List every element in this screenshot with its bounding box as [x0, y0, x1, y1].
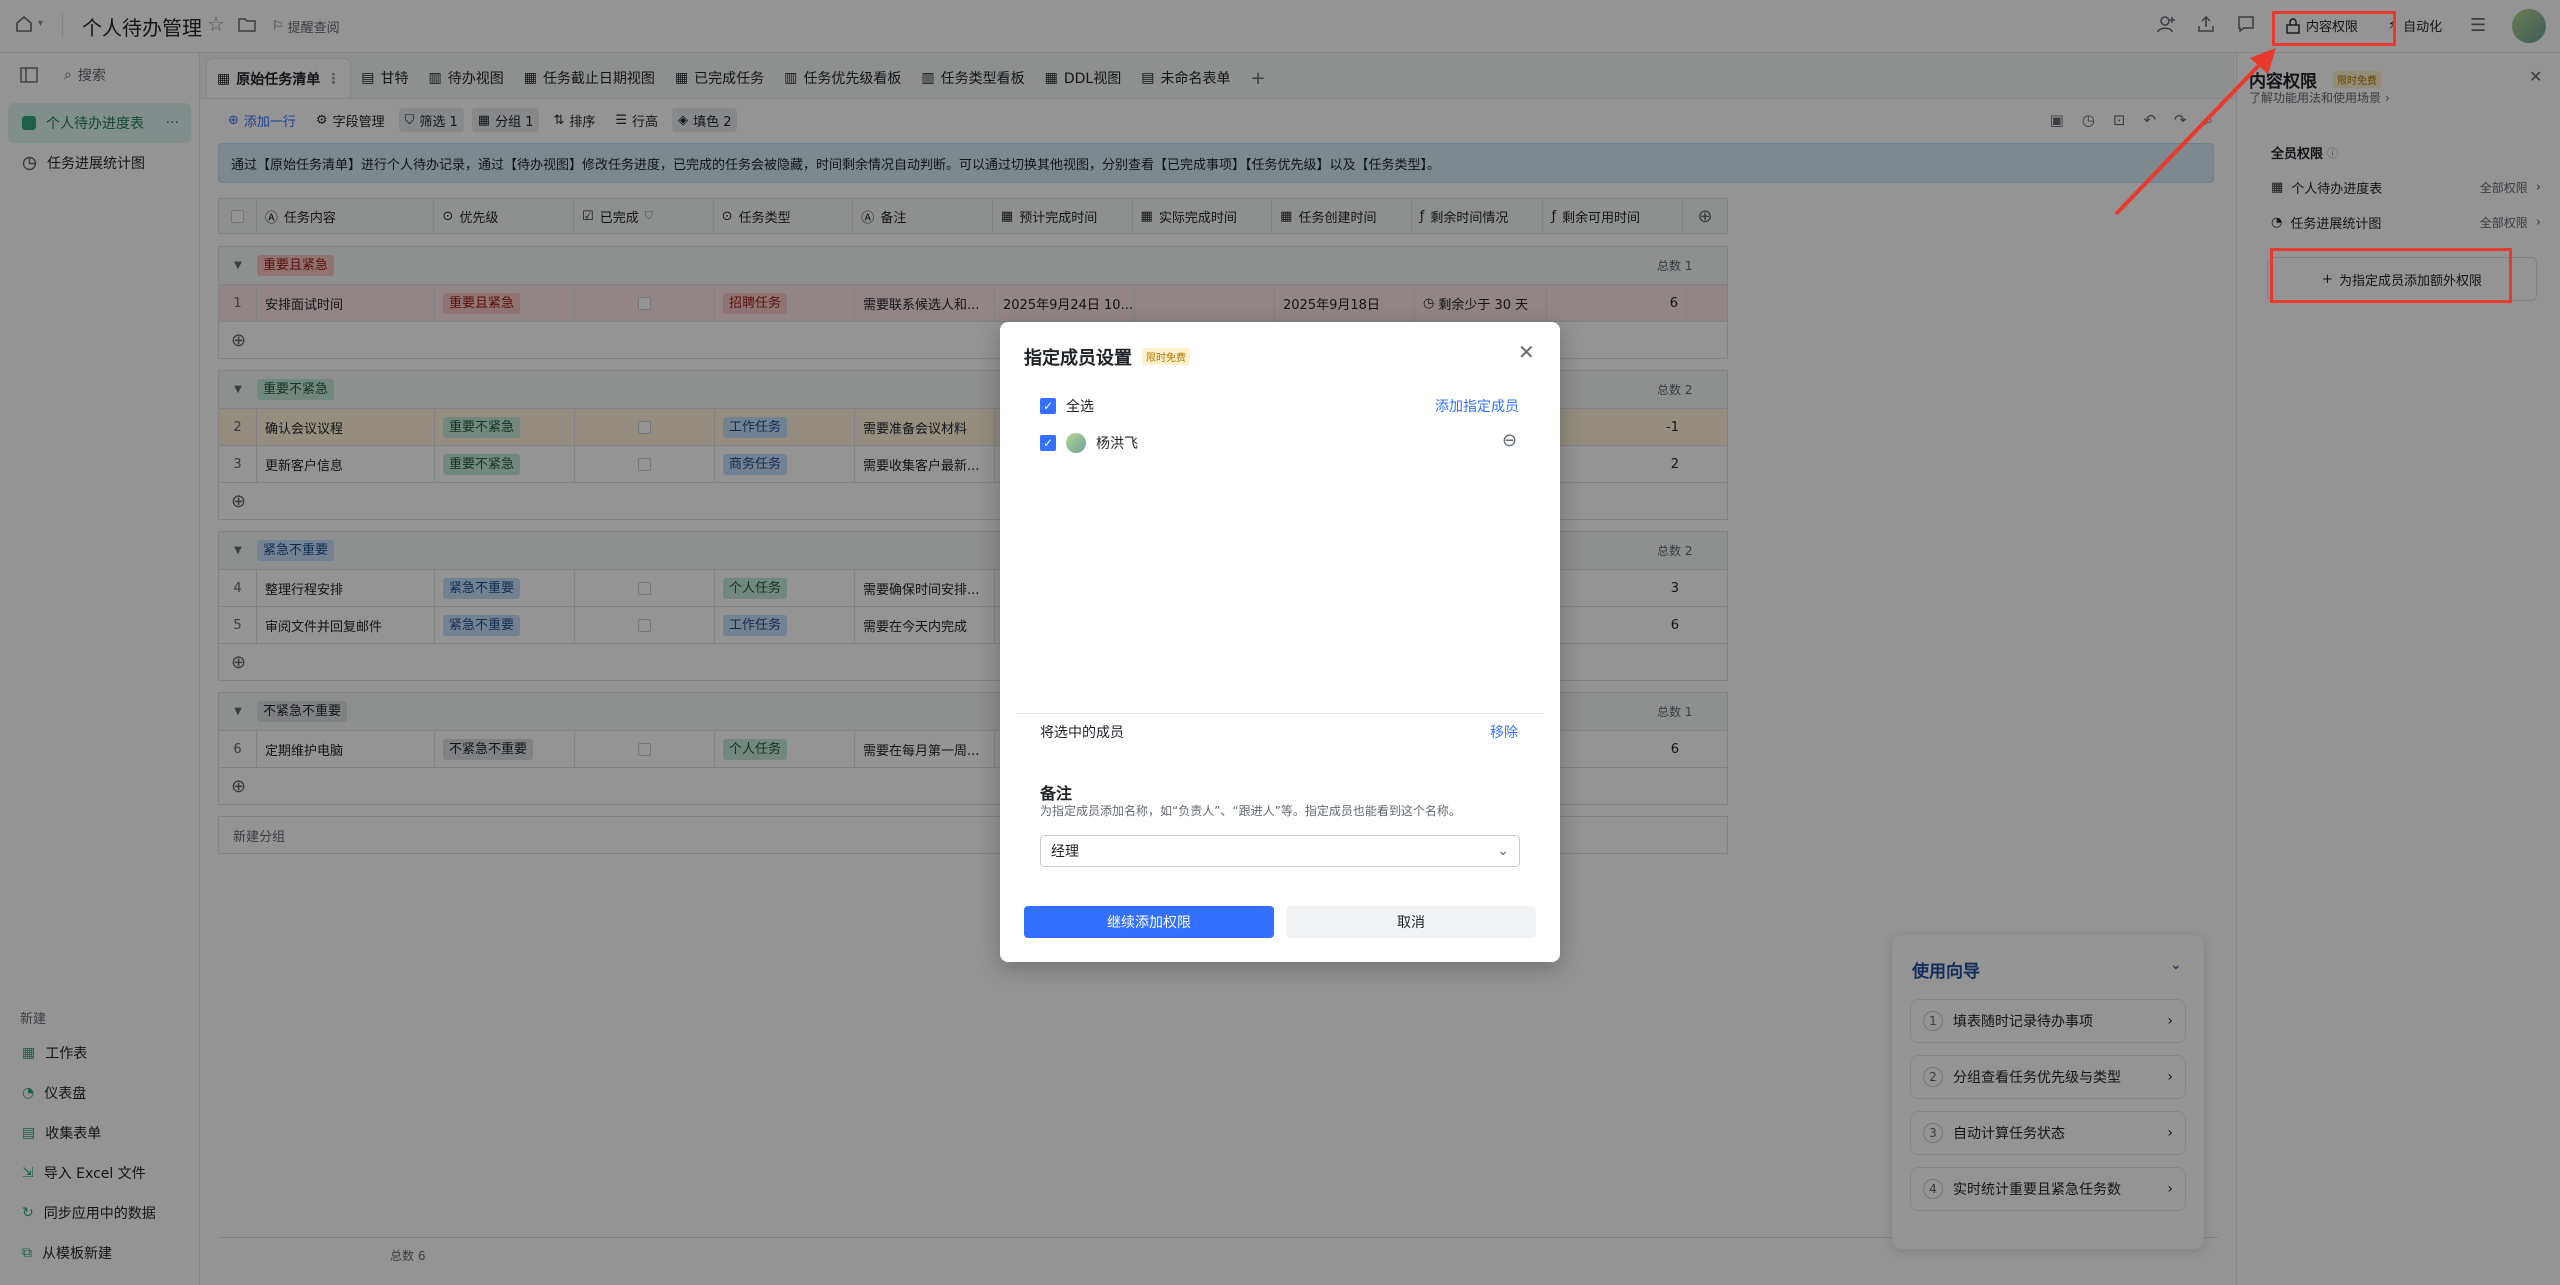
remove-link[interactable]: 移除 [1490, 722, 1518, 742]
dialog-title: 指定成员设置 [1024, 348, 1132, 369]
member-list: ✓ 全选 添加指定成员 ✓ 杨洪飞 ⊖ [1016, 384, 1544, 714]
continue-add-permission-button[interactable]: 继续添加权限 [1024, 906, 1274, 938]
check-icon: ✓ [1040, 435, 1056, 451]
check-icon: ✓ [1040, 398, 1056, 414]
member-settings-dialog: 指定成员设置 限时免费 ✕ ✓ 全选 添加指定成员 ✓ 杨洪飞 ⊖ 将选中的成员… [1000, 322, 1560, 962]
free-badge: 限时免费 [1142, 348, 1190, 365]
annotation-highlight-content-permission [2272, 11, 2396, 46]
add-member-link[interactable]: 添加指定成员 [1435, 396, 1519, 416]
chevron-down-icon: ⌄ [1497, 843, 1509, 859]
annotation-highlight-add-permission [2270, 248, 2512, 303]
avatar [1066, 433, 1086, 453]
note-title: 备注 [1040, 784, 1073, 803]
select-all-checkbox[interactable]: ✓ 全选 [1040, 396, 1094, 416]
note-select[interactable]: 经理 ⌄ [1040, 835, 1520, 867]
cancel-button[interactable]: 取消 [1286, 906, 1536, 938]
close-icon[interactable]: ✕ [1518, 340, 1535, 364]
remove-circle-icon[interactable]: ⊖ [1502, 430, 1517, 451]
note-description: 为指定成员添加名称，如“负责人”、“跟进人”等。指定成员也能看到这个名称。 [1040, 804, 1461, 818]
annotation-arrow [2114, 48, 2276, 216]
member-row[interactable]: ✓ 杨洪飞 [1040, 433, 1138, 453]
selected-label: 将选中的成员 [1040, 725, 1124, 741]
